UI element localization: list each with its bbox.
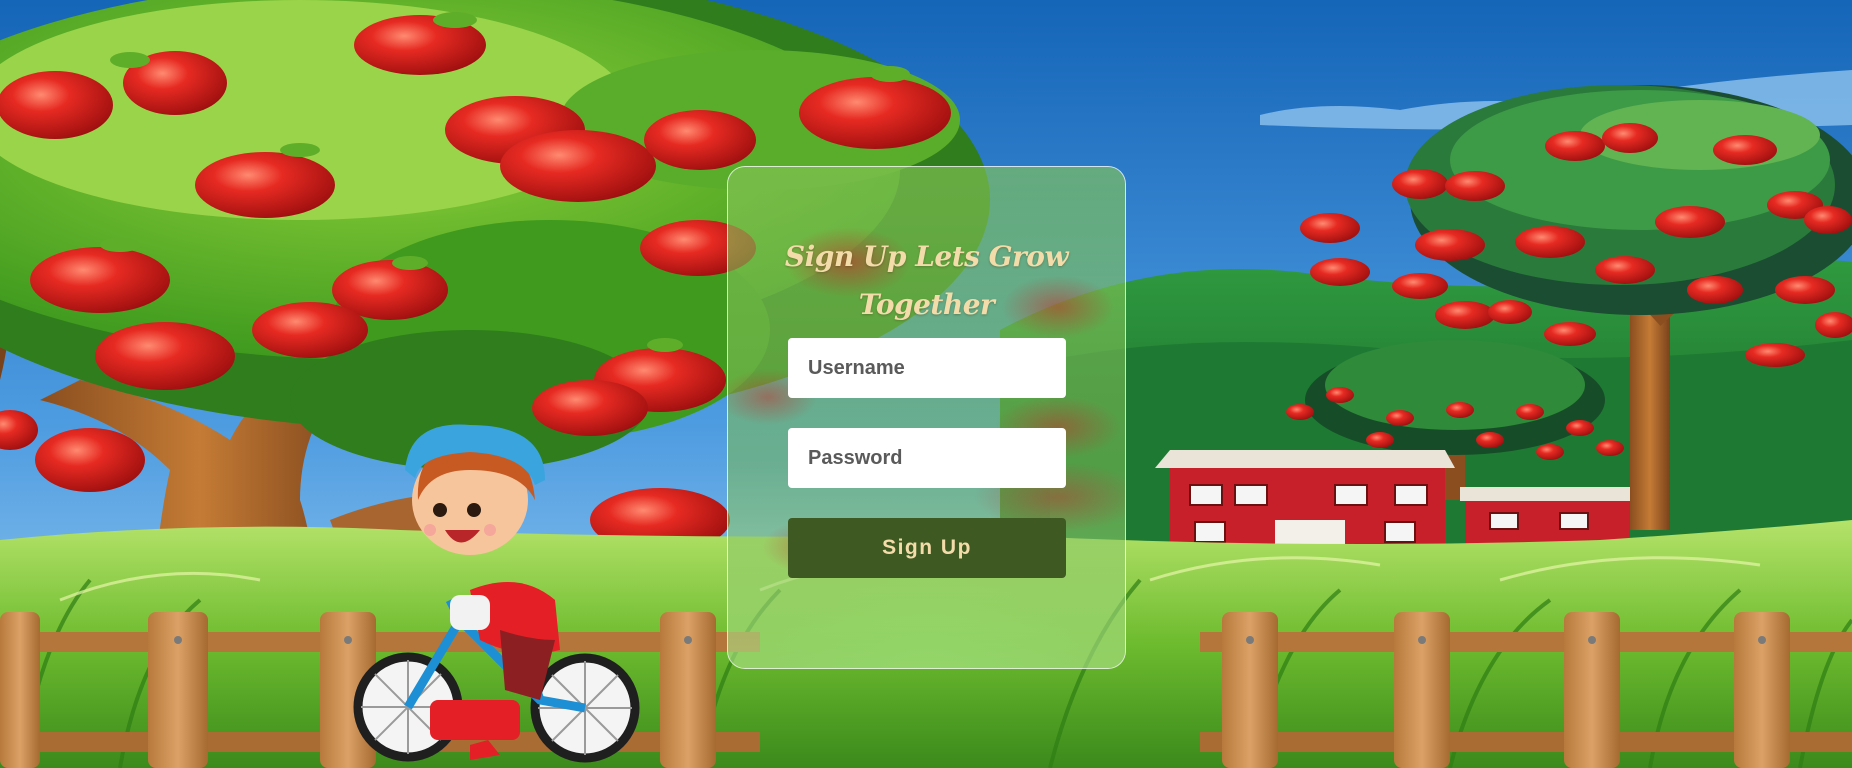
- signup-title-line-1: Sign Up Lets Grow: [784, 240, 1069, 273]
- signup-button[interactable]: Sign Up: [788, 518, 1066, 578]
- password-input[interactable]: [788, 428, 1066, 488]
- signup-card: Sign Up Lets Grow Together Sign Up: [727, 166, 1126, 669]
- username-input[interactable]: [788, 338, 1066, 398]
- signup-title: Sign Up Lets Grow Together: [728, 233, 1125, 329]
- signup-title-line-2: Together: [858, 288, 995, 321]
